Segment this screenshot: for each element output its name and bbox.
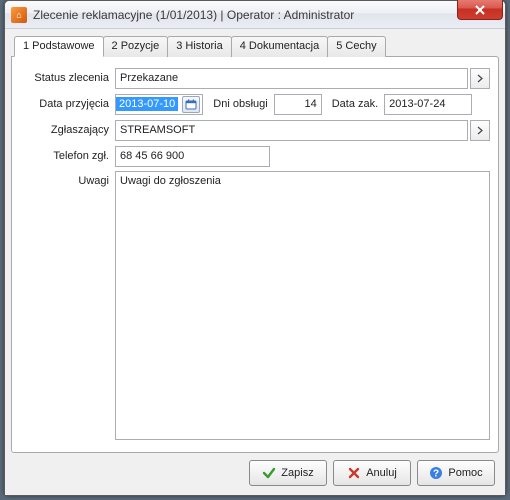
reporter-picker-button[interactable] xyxy=(470,120,490,141)
tab-dokumentacja[interactable]: 4 Dokumentacja xyxy=(231,36,329,57)
content-area: 1 Podstawowe 2 Pozycje 3 Historia 4 Doku… xyxy=(5,29,505,495)
close-icon xyxy=(474,4,486,16)
label-phone: Telefon zgł. xyxy=(20,150,115,162)
chevron-right-icon xyxy=(477,74,483,83)
svg-text:?: ? xyxy=(433,469,439,480)
help-button[interactable]: ? Pomoc xyxy=(417,460,495,486)
save-button[interactable]: Zapisz xyxy=(249,460,327,486)
titlebar: ⌂ Zlecenie reklamacyjne (1/01/2013) | Op… xyxy=(5,1,505,29)
window-title: Zlecenie reklamacyjne (1/01/2013) | Oper… xyxy=(33,8,354,22)
help-button-label: Pomoc xyxy=(448,467,482,479)
tab-historia[interactable]: 3 Historia xyxy=(167,36,231,57)
dialog-window: ⌂ Zlecenie reklamacyjne (1/01/2013) | Op… xyxy=(4,0,506,496)
save-button-label: Zapisz xyxy=(281,467,313,479)
label-days: Dni obsługi xyxy=(213,98,267,110)
cancel-button[interactable]: Anuluj xyxy=(333,460,411,486)
calendar-button[interactable] xyxy=(182,96,200,113)
calendar-icon xyxy=(185,99,197,110)
tab-cechy[interactable]: 5 Cechy xyxy=(327,36,385,57)
label-notes: Uwagi xyxy=(20,171,115,187)
date-received-value: 2013-07-10 xyxy=(116,97,178,111)
days-input[interactable] xyxy=(274,94,322,115)
cancel-icon xyxy=(347,466,361,480)
cancel-button-label: Anuluj xyxy=(366,467,397,479)
tab-panel: Status zlecenia Data przyjęcia 2013-07-1… xyxy=(11,56,499,453)
date-received-input[interactable]: 2013-07-10 xyxy=(115,94,203,115)
tab-pozycje[interactable]: 2 Pozycje xyxy=(103,36,169,57)
close-button[interactable] xyxy=(457,0,503,20)
label-date-end: Data zak. xyxy=(332,98,378,110)
chevron-right-icon xyxy=(477,126,483,135)
phone-input[interactable] xyxy=(115,146,270,167)
check-icon xyxy=(262,466,276,480)
tabstrip: 1 Podstawowe 2 Pozycje 3 Historia 4 Doku… xyxy=(14,35,499,56)
date-end-input[interactable] xyxy=(384,94,472,115)
status-input[interactable] xyxy=(115,68,468,89)
notes-textarea[interactable] xyxy=(115,171,490,440)
label-reporter: Zgłaszający xyxy=(20,124,115,136)
help-icon: ? xyxy=(429,466,443,480)
tab-podstawowe[interactable]: 1 Podstawowe xyxy=(14,36,104,57)
label-date-received: Data przyjęcia xyxy=(20,98,115,110)
reporter-input[interactable] xyxy=(115,120,468,141)
status-picker-button[interactable] xyxy=(470,68,490,89)
button-bar: Zapisz Anuluj ? Pomoc xyxy=(11,453,499,489)
label-status: Status zlecenia xyxy=(20,72,115,84)
app-icon: ⌂ xyxy=(11,7,27,23)
